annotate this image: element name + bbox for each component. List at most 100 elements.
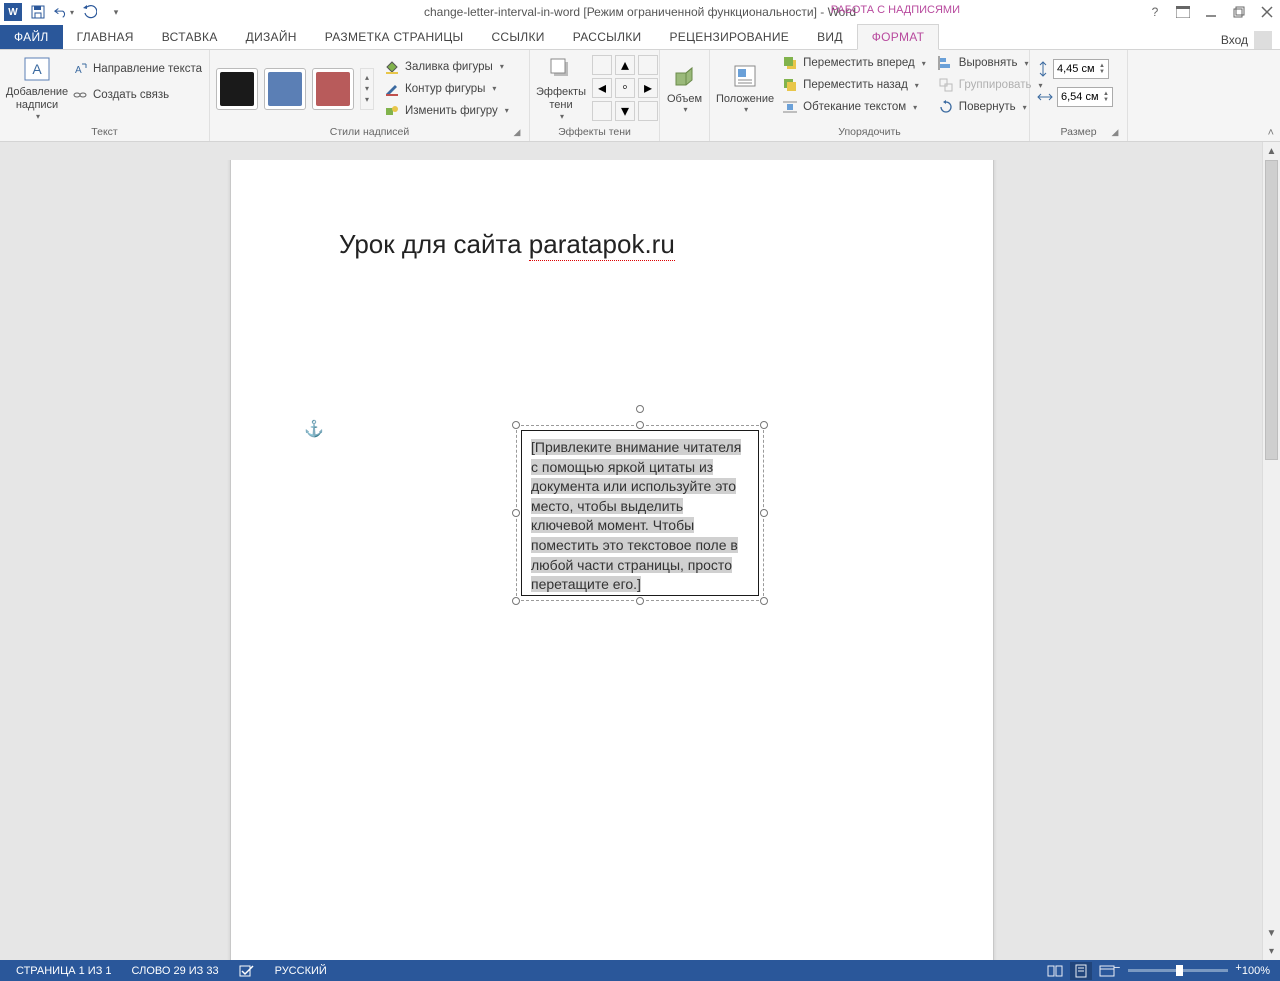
ribbon-display-icon[interactable] bbox=[1174, 3, 1192, 21]
redo-icon[interactable] bbox=[80, 2, 100, 22]
ribbon: A Добавление надписи ▾ A Направление тек… bbox=[0, 50, 1280, 142]
textbox-text[interactable]: [Привлеките внимание читателя с помощью … bbox=[531, 439, 741, 592]
object-browse-icon[interactable]: ▾ bbox=[1263, 942, 1280, 960]
svg-text:A: A bbox=[75, 65, 82, 76]
resize-handle-s[interactable] bbox=[636, 597, 644, 605]
tab-file[interactable]: ФАЙЛ bbox=[0, 25, 63, 49]
tab-home[interactable]: ГЛАВНАЯ bbox=[63, 25, 148, 49]
ribbon-tabs: ФАЙЛ ГЛАВНАЯ ВСТАВКА ДИЗАЙН РАЗМЕТКА СТР… bbox=[0, 24, 1280, 50]
resize-handle-w[interactable] bbox=[512, 509, 520, 517]
size-launcher-icon[interactable]: ◢ bbox=[1109, 127, 1121, 139]
text-direction-icon: A bbox=[72, 61, 88, 77]
style-swatch-2[interactable] bbox=[264, 68, 306, 110]
vertical-scrollbar[interactable]: ▲ ▼ ▾ bbox=[1262, 142, 1280, 960]
undo-icon[interactable]: ▾ bbox=[54, 2, 74, 22]
text-direction-button[interactable]: A Направление текста bbox=[68, 59, 206, 79]
save-icon[interactable] bbox=[28, 2, 48, 22]
word-app-icon[interactable]: W bbox=[4, 3, 22, 21]
add-textbox-button[interactable]: A Добавление надписи ▾ bbox=[6, 53, 68, 123]
change-shape-icon bbox=[384, 103, 400, 119]
volume-button[interactable]: Объем▾ bbox=[666, 53, 703, 123]
collapse-ribbon-icon[interactable]: ˄ bbox=[1268, 127, 1274, 139]
zoom-out-icon[interactable]: − bbox=[1114, 962, 1120, 974]
help-icon[interactable]: ? bbox=[1146, 3, 1164, 21]
change-shape-button[interactable]: Изменить фигуру▾ bbox=[380, 101, 513, 121]
shadow-nudge-grid: ▴ ◂ ◦ ▸ ▾ bbox=[592, 55, 658, 121]
nudge-down-icon[interactable]: ▾ bbox=[615, 101, 635, 121]
resize-handle-nw[interactable] bbox=[512, 421, 520, 429]
stepper-down-icon[interactable]: ▼ bbox=[1103, 97, 1109, 103]
style-swatch-3[interactable] bbox=[312, 68, 354, 110]
textbox[interactable]: [Привлеките внимание читателя с помощью … bbox=[521, 430, 759, 596]
page-heading[interactable]: Урок для сайта paratapok.ru bbox=[339, 228, 675, 261]
zoom-thumb[interactable] bbox=[1176, 965, 1183, 976]
height-field[interactable]: 4,45 см▲▼ bbox=[1036, 59, 1109, 79]
login-label[interactable]: Вход bbox=[1221, 33, 1248, 47]
tab-insert[interactable]: ВСТАВКА bbox=[148, 25, 232, 49]
style-gallery-expand[interactable]: ▴▾▾ bbox=[360, 68, 374, 110]
tab-view[interactable]: ВИД bbox=[803, 25, 857, 49]
close-icon[interactable] bbox=[1258, 3, 1276, 21]
style-swatch-1[interactable] bbox=[216, 68, 258, 110]
zoom-in-icon[interactable]: + bbox=[1235, 962, 1241, 974]
text-wrap-button[interactable]: Обтекание текстом▾ bbox=[778, 97, 930, 117]
minimize-icon[interactable] bbox=[1202, 3, 1220, 21]
document-workspace[interactable]: Урок для сайта paratapok.ru ⚓ [Привлекит… bbox=[0, 160, 1262, 960]
tab-references[interactable]: ССЫЛКИ bbox=[477, 25, 558, 49]
scroll-thumb[interactable] bbox=[1265, 160, 1278, 460]
resize-handle-se[interactable] bbox=[760, 597, 768, 605]
resize-handle-sw[interactable] bbox=[512, 597, 520, 605]
anchor-icon[interactable]: ⚓ bbox=[304, 419, 324, 439]
send-backward-button[interactable]: Переместить назад▾ bbox=[778, 75, 930, 95]
qat-customize-icon[interactable]: ▾ bbox=[106, 2, 126, 22]
rotate-handle[interactable] bbox=[636, 405, 644, 413]
zoom-slider[interactable]: − + bbox=[1128, 969, 1228, 972]
width-field[interactable]: 6,54 см▲▼ bbox=[1036, 87, 1113, 107]
avatar[interactable] bbox=[1254, 31, 1272, 49]
create-link-button[interactable]: Создать связь bbox=[68, 85, 206, 105]
group-icon bbox=[938, 77, 954, 93]
page[interactable]: Урок для сайта paratapok.ru ⚓ [Привлекит… bbox=[230, 160, 994, 960]
page-status[interactable]: СТРАНИЦА 1 ИЗ 1 bbox=[6, 965, 122, 977]
tab-page-layout[interactable]: РАЗМЕТКА СТРАНИЦЫ bbox=[311, 25, 478, 49]
link-icon bbox=[72, 87, 88, 103]
stepper-down-icon[interactable]: ▼ bbox=[1099, 69, 1105, 75]
zoom-level[interactable]: 100% bbox=[1238, 965, 1274, 977]
context-tab-label: РАБОТА С НАДПИСЯМИ bbox=[831, 4, 960, 16]
language-status[interactable]: РУССКИЙ bbox=[265, 965, 337, 977]
tab-design[interactable]: ДИЗАЙН bbox=[232, 25, 311, 49]
rotate-icon bbox=[938, 99, 954, 115]
pen-icon bbox=[384, 81, 400, 97]
nudge-up-icon[interactable]: ▴ bbox=[615, 55, 635, 75]
tab-mailings[interactable]: РАССЫЛКИ bbox=[559, 25, 656, 49]
tab-review[interactable]: РЕЦЕНЗИРОВАНИЕ bbox=[655, 25, 803, 49]
textbox-selection[interactable]: [Привлеките внимание читателя с помощью … bbox=[516, 425, 764, 601]
nudge-center-icon[interactable]: ◦ bbox=[615, 78, 635, 98]
height-icon bbox=[1036, 60, 1050, 78]
maximize-icon[interactable] bbox=[1230, 3, 1248, 21]
scroll-up-icon[interactable]: ▲ bbox=[1263, 142, 1280, 160]
position-button[interactable]: Положение▾ bbox=[716, 53, 774, 123]
text-wrap-icon bbox=[782, 99, 798, 115]
print-layout-icon[interactable] bbox=[1070, 962, 1092, 980]
resize-handle-n[interactable] bbox=[636, 421, 644, 429]
bring-forward-button[interactable]: Переместить вперед▾ bbox=[778, 53, 930, 73]
styles-launcher-icon[interactable]: ◢ bbox=[511, 127, 523, 139]
shape-fill-button[interactable]: Заливка фигуры▾ bbox=[380, 57, 513, 77]
svg-text:A: A bbox=[32, 61, 42, 77]
proofing-icon[interactable] bbox=[229, 964, 265, 978]
nudge-right-icon[interactable]: ▸ bbox=[638, 78, 658, 98]
group-label-volume bbox=[666, 136, 703, 141]
resize-handle-ne[interactable] bbox=[760, 421, 768, 429]
resize-handle-e[interactable] bbox=[760, 509, 768, 517]
shape-outline-button[interactable]: Контур фигуры▾ bbox=[380, 79, 513, 99]
word-count[interactable]: СЛОВО 29 ИЗ 33 bbox=[122, 965, 229, 977]
textbox-icon: A bbox=[23, 55, 51, 83]
position-icon bbox=[731, 62, 759, 90]
bring-forward-icon bbox=[782, 55, 798, 71]
tab-format[interactable]: ФОРМАТ bbox=[857, 24, 940, 50]
nudge-left-icon[interactable]: ◂ bbox=[592, 78, 612, 98]
read-mode-icon[interactable] bbox=[1044, 962, 1066, 980]
shadow-effects-button[interactable]: Эффекты тени▾ bbox=[536, 53, 586, 123]
scroll-down-icon[interactable]: ▼ bbox=[1263, 924, 1280, 942]
